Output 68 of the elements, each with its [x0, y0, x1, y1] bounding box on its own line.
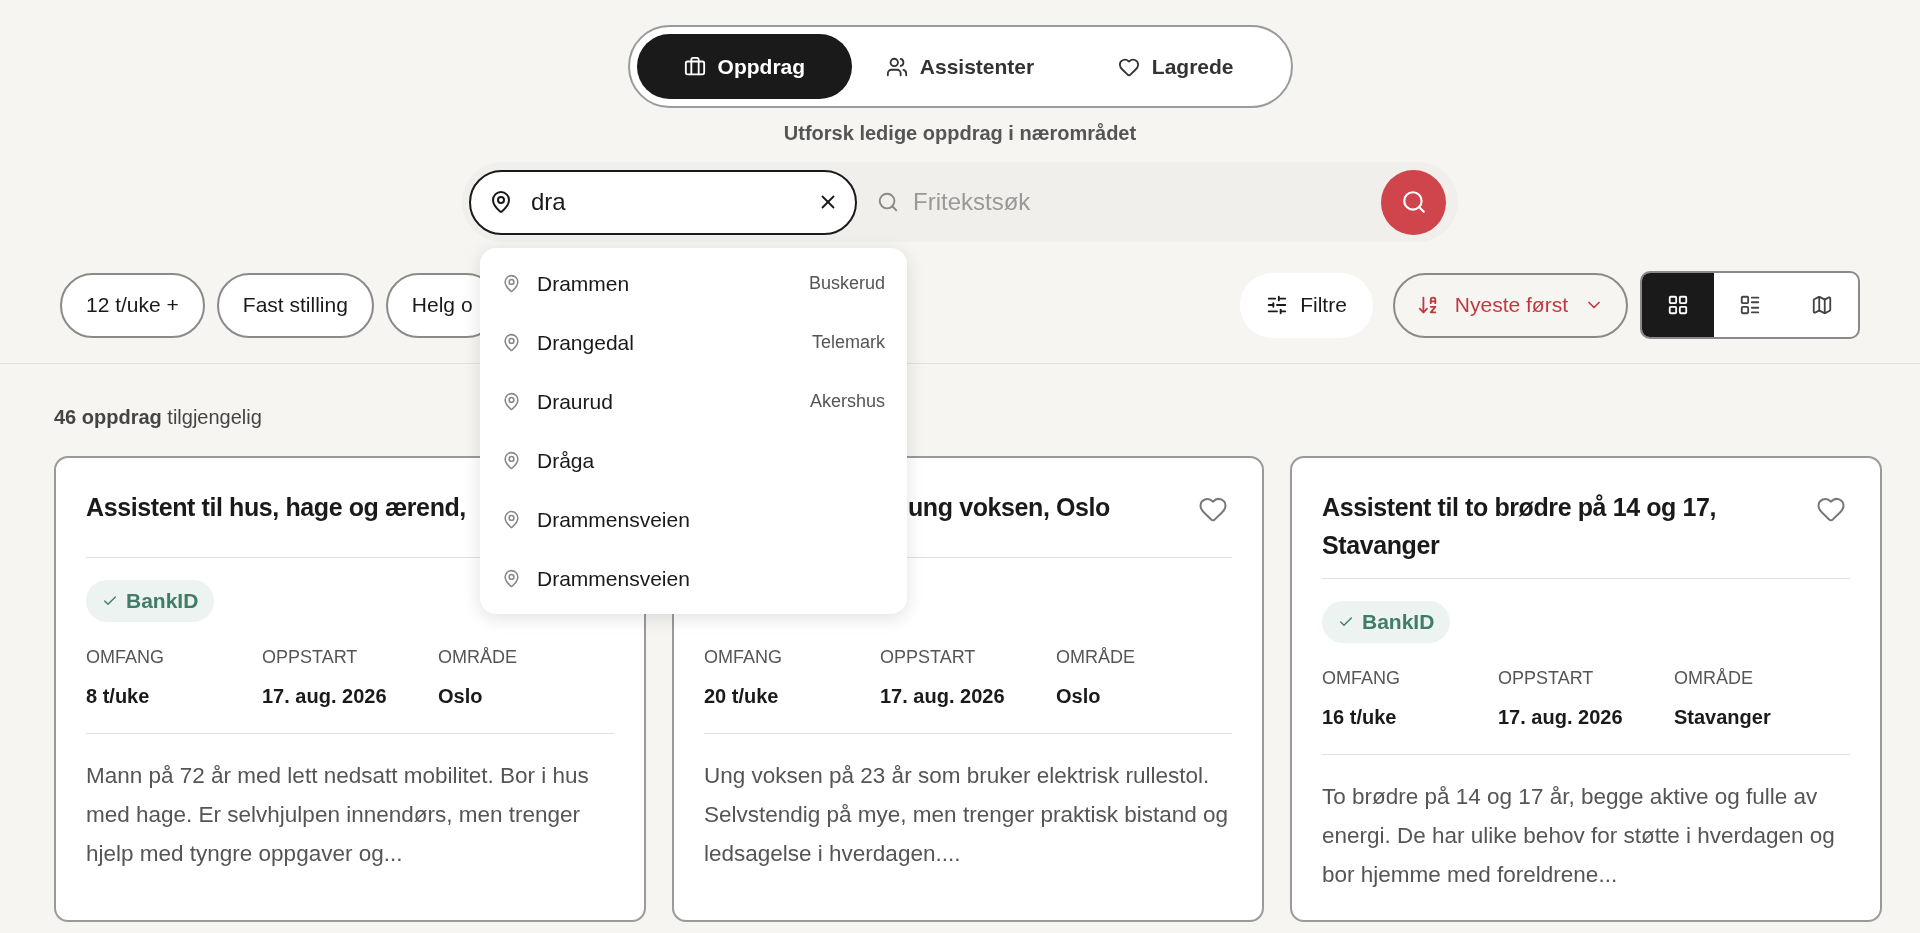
place-name: Drammensveien: [537, 506, 690, 533]
field-value: 17. aug. 2026: [262, 684, 388, 709]
field-label: OMFANG: [704, 646, 783, 669]
verified-badge: BankID: [86, 580, 215, 622]
nav-tab[interactable]: Oppdrag: [636, 34, 853, 99]
region-name: Telemark: [811, 331, 885, 354]
location-pin-icon: [502, 333, 521, 352]
place-name: Draurud: [537, 388, 613, 415]
map-icon: [1811, 294, 1833, 316]
result-count: 46 oppdrag tilgjengelig: [54, 405, 262, 430]
location-pin-icon: [502, 274, 521, 293]
card-description: Ung voksen på 23 år som bruker elektrisk rullestol. Selvstendig på mye, men trenger praktisk bistand og ledsagelse i hverdagen....: [704, 762, 1230, 868]
card-title: ung voksen, Oslo: [907, 492, 1110, 523]
card-description: To brødre på 14 og 17 år, begge aktive og fulle av energi. De har ulike behov for støtte i hverdagen og bor hjemme med foreldrene...: [1322, 783, 1836, 889]
filter-chip[interactable]: 12 t/uke +: [60, 272, 205, 338]
field-value: Stavanger: [1674, 705, 1772, 730]
card-description: Mann på 72 år med lett nedsatt mobilitet. Bor i hus med hage. Er selvhjulpen innendørs, men trenger hjelp med tyngre oppgaver og...: [86, 762, 590, 868]
region-name: Akershus: [809, 390, 885, 413]
field-label: OPPSTART: [1498, 667, 1595, 690]
field-value: Oslo: [438, 684, 484, 709]
location-pin-icon: [502, 569, 521, 588]
field-label: OMFANG: [86, 646, 165, 669]
suggestion-item[interactable]: Draurud Akershus: [480, 372, 907, 431]
field-value: 17. aug. 2026: [1498, 705, 1624, 730]
field-label: OPPSTART: [880, 646, 977, 669]
search-button[interactable]: [1381, 169, 1446, 235]
field-value: 8 t/uke: [86, 684, 151, 709]
sort-dropdown[interactable]: Nyeste først: [1392, 272, 1628, 338]
card-title: Assistent til to brødre på 14 og 17, Stavanger: [1322, 492, 1718, 561]
sliders-icon: [1266, 294, 1289, 316]
subtitle: Utforsk ledige oppdrag i nærområdet: [783, 121, 1137, 146]
field-label: OPPSTART: [262, 646, 359, 669]
field-label: OMRÅDE: [1674, 667, 1754, 690]
free-text-search-field[interactable]: Fritekstsøk: [913, 184, 1381, 220]
location-pin-icon: [489, 189, 513, 214]
filter-chip[interactable]: Fast stilling: [216, 272, 374, 338]
location-pin-icon: [502, 392, 521, 411]
field-value: Oslo: [1056, 684, 1102, 709]
suggestion-item[interactable]: Drammensveien: [480, 490, 907, 549]
field-label: OMFANG: [1322, 667, 1401, 690]
suggestion-item[interactable]: Drammensveien: [480, 549, 907, 608]
users-icon: [885, 55, 908, 78]
field-value: 16 t/uke: [1322, 705, 1398, 730]
field-value: 20 t/uke: [704, 684, 780, 709]
field-label: OMRÅDE: [1056, 646, 1136, 669]
location-field[interactable]: dra: [469, 169, 857, 235]
nav-tab[interactable]: Assistenter: [852, 34, 1068, 99]
search-icon: [877, 191, 899, 213]
place-name: Dråga: [537, 447, 595, 474]
briefcase-icon: [683, 55, 706, 78]
field-value: 17. aug. 2026: [880, 684, 1006, 709]
field-label: OMRÅDE: [438, 646, 518, 669]
suggestion-item[interactable]: Dråga: [480, 431, 907, 490]
list-icon: [1739, 294, 1761, 316]
view-option[interactable]: [1642, 273, 1714, 337]
place-name: Drangedal: [537, 329, 634, 356]
region-name: Buskerud: [808, 272, 885, 295]
nav-tab[interactable]: Lagrede: [1067, 34, 1284, 99]
filters-button[interactable]: Filtre: [1240, 272, 1373, 338]
grid-icon: [1667, 294, 1689, 316]
place-name: Drammensveien: [537, 565, 690, 592]
verified-badge: BankID: [1322, 601, 1451, 643]
search-icon: [1400, 189, 1427, 215]
card-title: Assistent til hus, hage og ærend,: [86, 492, 466, 523]
location-pin-icon: [502, 510, 521, 529]
place-name: Drammen: [537, 270, 630, 297]
sort-icon: [1416, 294, 1439, 316]
location-pin-icon: [502, 451, 521, 470]
